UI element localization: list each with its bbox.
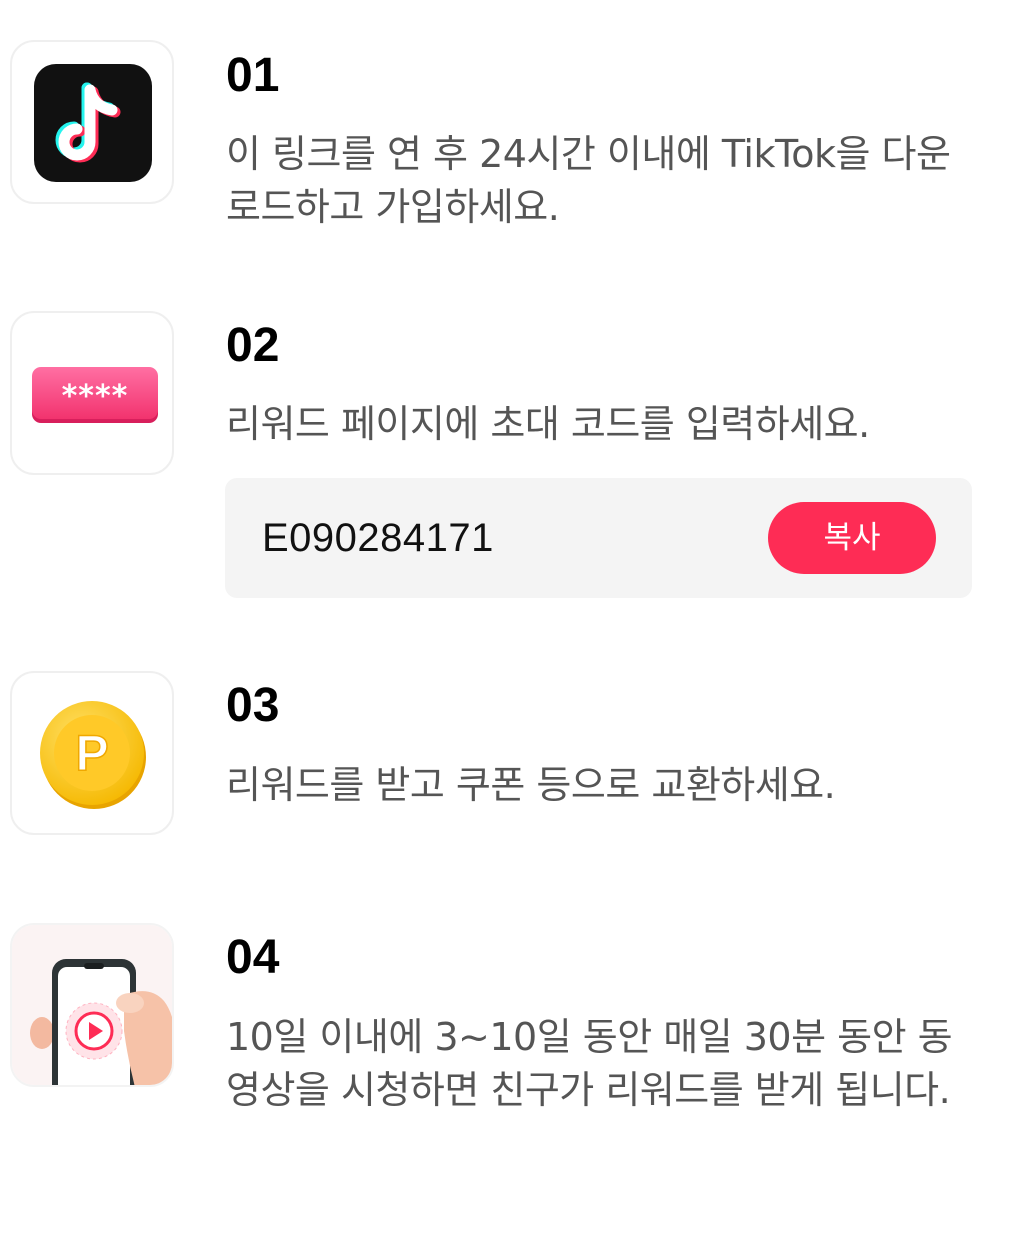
invite-code-value: E090284171 xyxy=(262,516,494,560)
phone-video-icon xyxy=(12,925,172,1085)
password-mask-text: **** xyxy=(62,379,129,414)
step-04-icon-box xyxy=(10,923,174,1087)
step-description: 리워드 페이지에 초대 코드를 입력하세요. xyxy=(226,402,870,446)
step-03-icon-box: P xyxy=(10,671,174,835)
step-number: 03 xyxy=(226,679,280,732)
step-description: 리워드를 받고 쿠폰 등으로 교환하세요. xyxy=(226,763,836,807)
copy-button[interactable]: 복사 xyxy=(768,502,936,574)
step-number: 02 xyxy=(226,319,280,372)
tiktok-logo-icon xyxy=(34,64,152,182)
step-number: 01 xyxy=(226,49,280,102)
coin-letter: P xyxy=(75,725,108,781)
step-01-icon-box xyxy=(10,40,174,204)
step-02-icon-box: **** xyxy=(10,311,174,475)
step-description: 10일 이내에 3~10일 동안 매일 30분 동안 동영상을 시청하면 친구가… xyxy=(226,1015,953,1112)
password-field-icon: **** xyxy=(32,367,158,423)
invite-code-box: E090284171 복사 xyxy=(225,478,972,598)
coin-p-icon: P xyxy=(40,701,146,809)
step-description: 이 링크를 연 후 24시간 이내에 TikTok을 다운로드하고 가입하세요. xyxy=(226,132,951,229)
step-number: 04 xyxy=(226,931,280,984)
